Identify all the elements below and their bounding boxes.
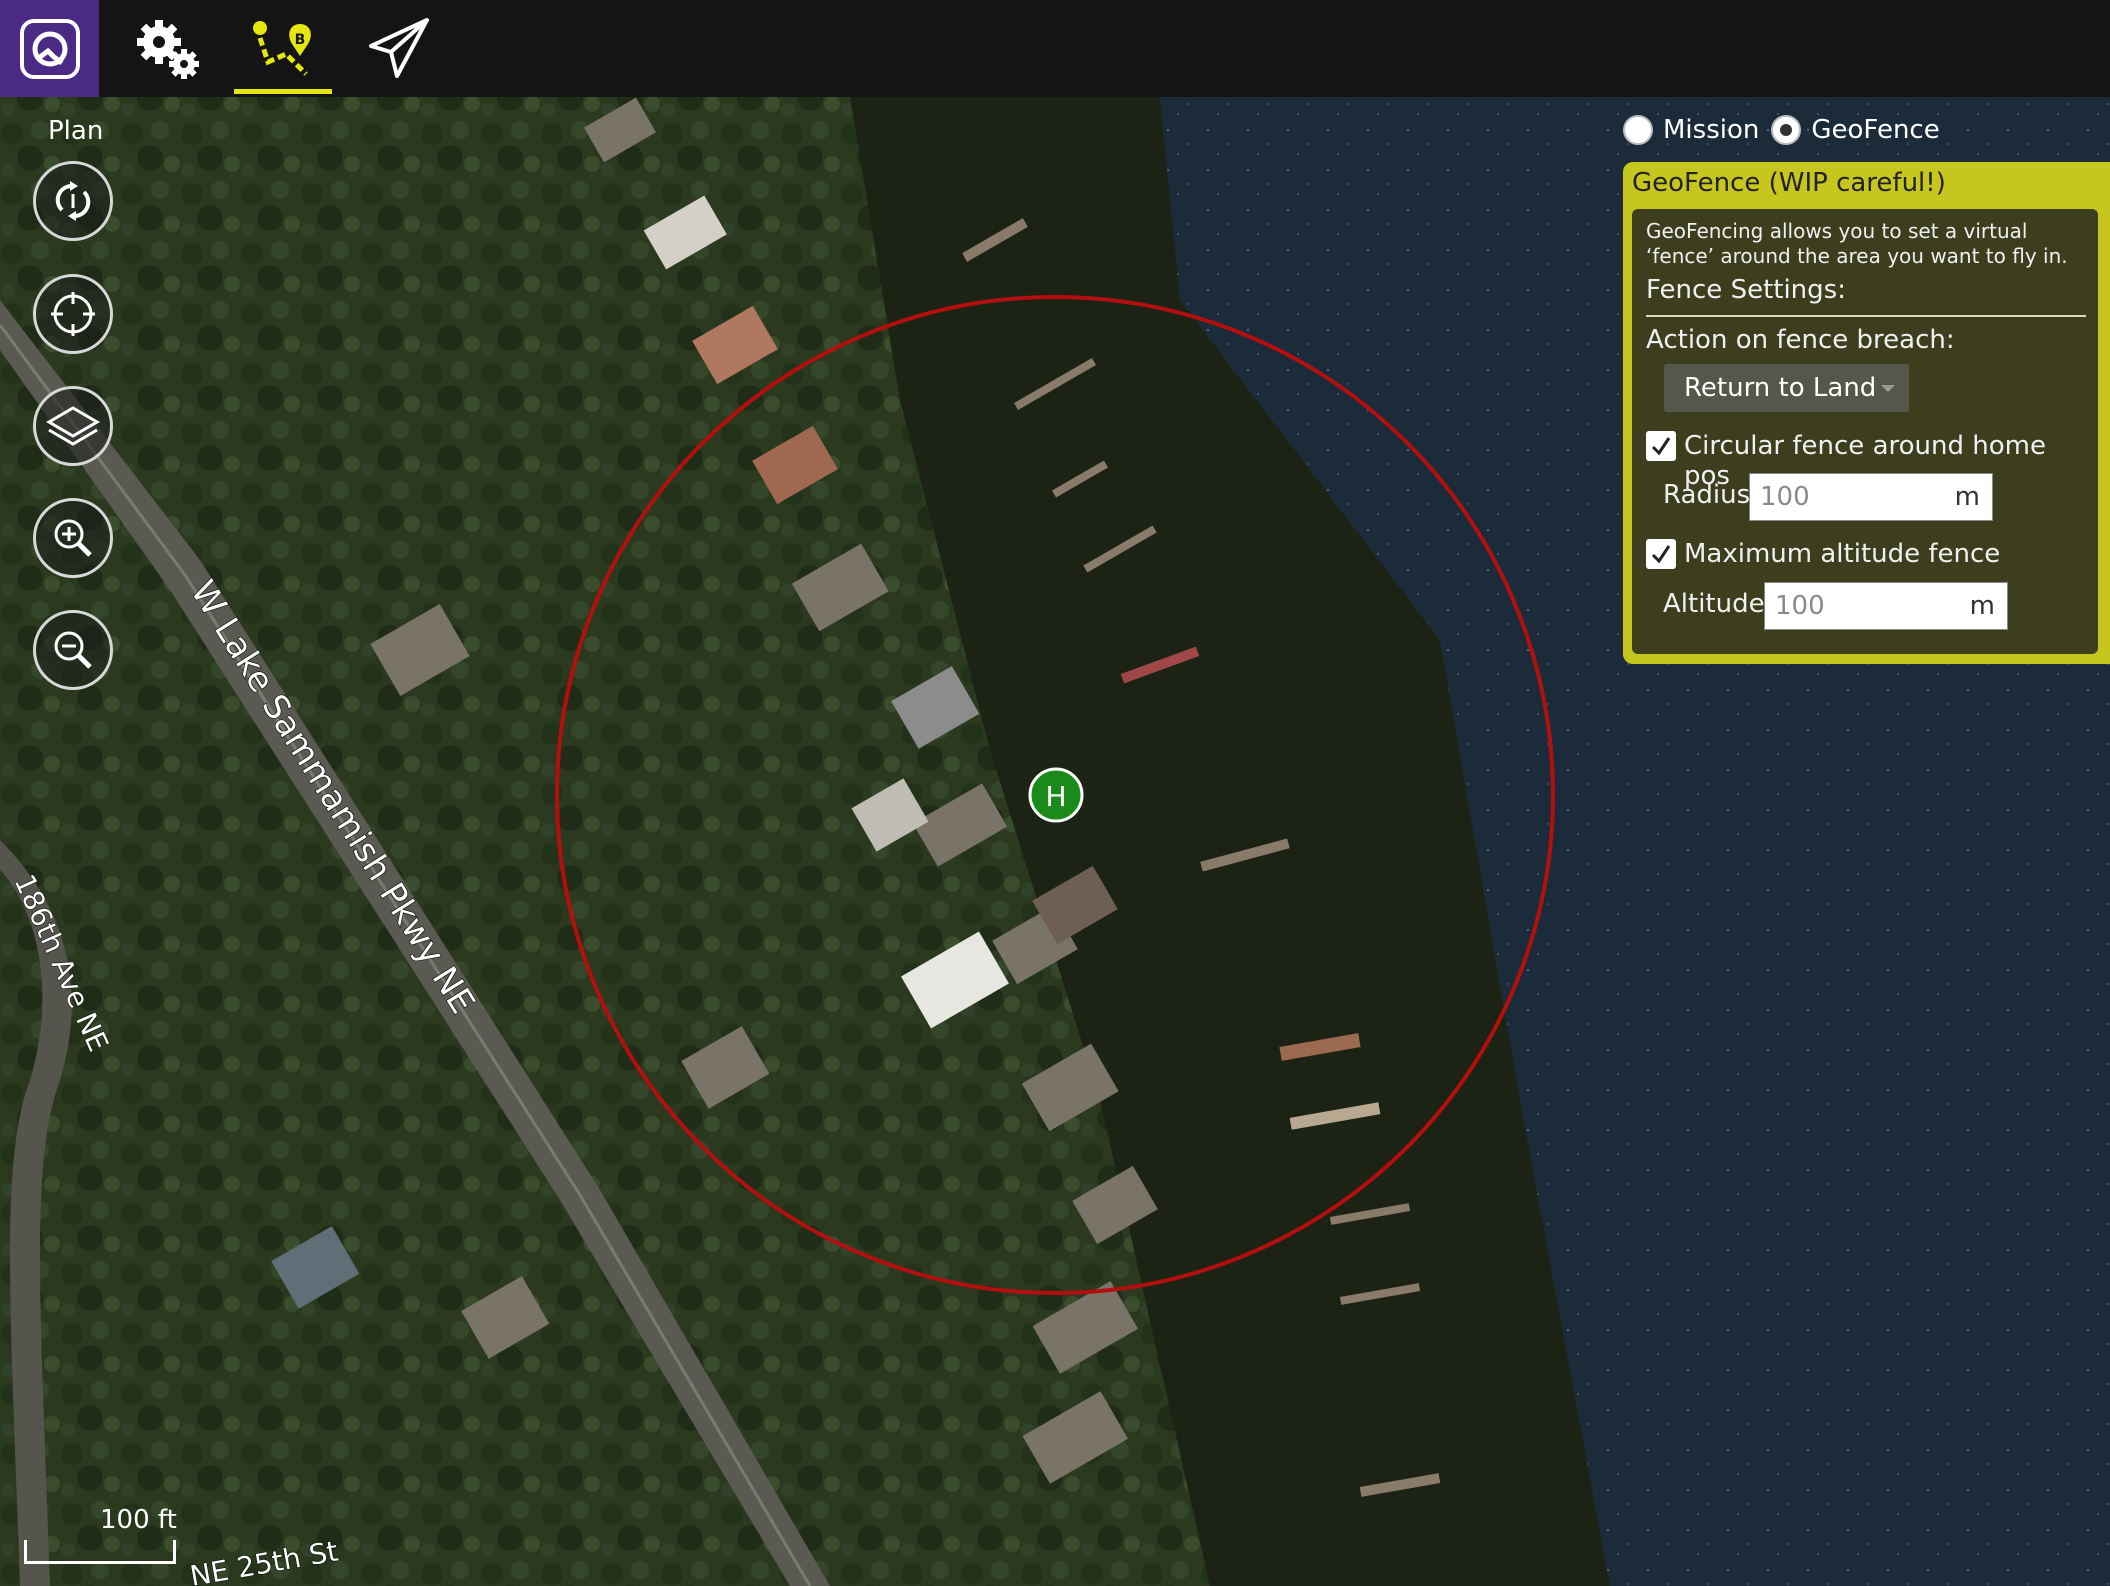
gears-icon [137, 19, 199, 79]
radius-value: 100 [1760, 482, 1810, 512]
zoom-in-icon [54, 519, 92, 557]
radius-label: Radius: [1663, 480, 1759, 510]
home-marker-label: H [1045, 780, 1066, 813]
mission-radio[interactable] [1623, 115, 1653, 145]
fence-settings-divider [1646, 315, 2086, 317]
settings-button[interactable] [118, 0, 218, 97]
geofence-description: GeoFencing allows you to set a virtual ‘… [1646, 219, 2068, 268]
top-toolbar: B [0, 0, 2110, 97]
app-logo-button[interactable] [0, 0, 99, 97]
sync-icon [55, 181, 91, 221]
mission-radio-label[interactable]: Mission [1663, 115, 1759, 145]
fly-button[interactable] [350, 0, 450, 97]
plan-button[interactable]: B [234, 0, 334, 97]
radius-unit: m [1954, 482, 1980, 512]
geofence-panel-title: GeoFence (WIP careful!) [1632, 168, 1946, 198]
map-type-button[interactable] [33, 386, 113, 466]
radius-field[interactable]: 100 m [1749, 473, 1993, 521]
altitude-unit: m [1969, 591, 1995, 621]
zoom-in-button[interactable] [33, 498, 113, 578]
map-scale-label: 100 ft [100, 1505, 177, 1535]
breach-action-label: Action on fence breach: [1646, 325, 1955, 355]
geofence-radio[interactable] [1771, 115, 1802, 145]
map-scale-bar [24, 1540, 176, 1564]
geofence-panel: GeoFence (WIP careful!) GeoFencing allow… [1623, 162, 2110, 664]
breach-action-value: Return to Land [1684, 373, 1877, 403]
zoom-out-icon [54, 631, 92, 669]
qgroundcontrol-logo-icon [19, 18, 80, 79]
chevron-down-icon [1881, 385, 1895, 392]
checkmark-icon [1651, 545, 1671, 564]
crosshair-icon [51, 292, 95, 336]
breach-action-dropdown[interactable]: Return to Land [1664, 364, 1909, 412]
altitude-field[interactable]: 100 m [1764, 582, 2008, 630]
layers-icon [46, 406, 100, 446]
circular-fence-checkbox[interactable] [1646, 431, 1676, 461]
zoom-out-button[interactable] [33, 610, 113, 690]
plan-route-icon: B [253, 20, 311, 76]
center-map-button[interactable] [33, 274, 113, 354]
geofence-radio-label[interactable]: GeoFence [1811, 115, 1939, 145]
checkmark-icon [1651, 437, 1671, 456]
altitude-fence-label[interactable]: Maximum altitude fence [1684, 539, 2000, 569]
altitude-fence-checkbox[interactable] [1646, 539, 1676, 569]
paper-plane-icon [369, 17, 429, 78]
geofence-panel-body: GeoFencing allows you to set a virtual ‘… [1632, 209, 2098, 654]
home-marker[interactable]: H [1028, 767, 1084, 823]
altitude-label: Altitude: [1663, 589, 1774, 619]
sync-button[interactable] [33, 161, 113, 241]
plan-mode-selector: Mission GeoFence [1623, 112, 1952, 148]
plan-icon-marker: B [295, 32, 306, 48]
fence-settings-heading: Fence Settings: [1646, 275, 1846, 305]
altitude-value: 100 [1775, 591, 1825, 621]
active-tab-indicator [234, 89, 332, 94]
plan-label: Plan [48, 116, 104, 146]
